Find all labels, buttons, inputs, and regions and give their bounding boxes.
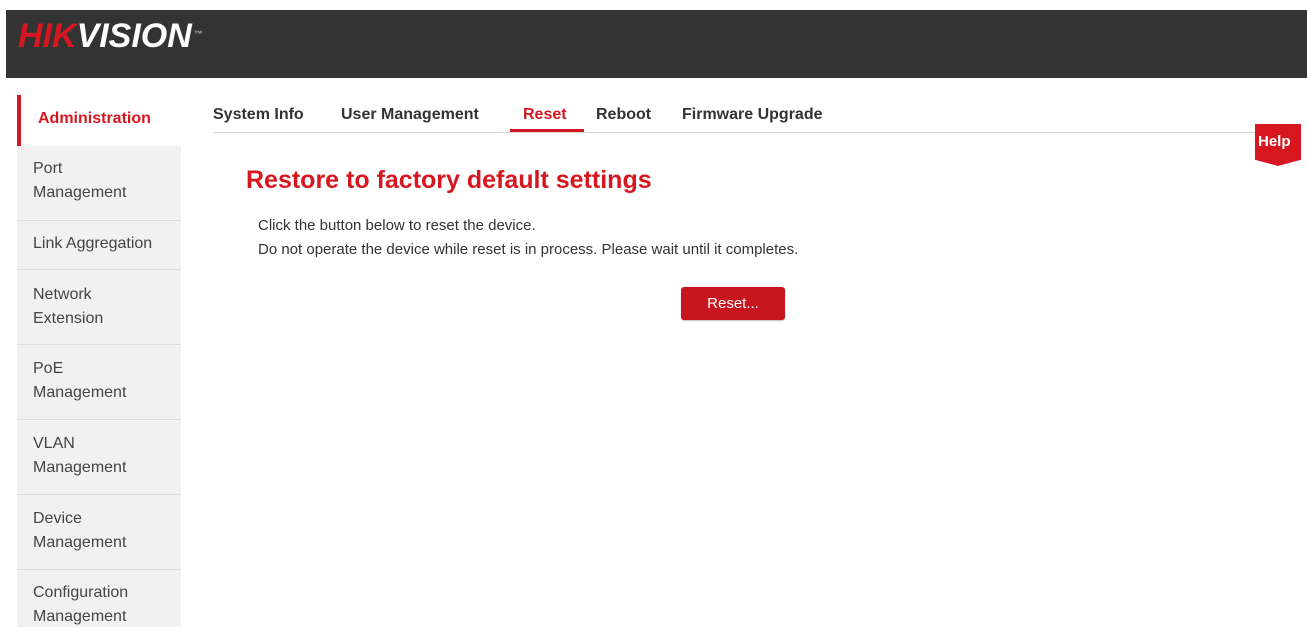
tab-firmware-upgrade[interactable]: Firmware Upgrade (682, 104, 822, 126)
sidebar-item-label: Port (33, 160, 63, 177)
sidebar-item-vlan-management[interactable]: VLAN Management (17, 420, 181, 495)
sidebar-item-configuration-management[interactable]: Configuration Management (17, 570, 181, 627)
tab-system-info[interactable]: System Info (213, 104, 304, 126)
active-tab-indicator (510, 129, 584, 132)
sidebar-item-label: Management (33, 459, 127, 476)
sidebar-item-label: Management (33, 384, 127, 401)
sidebar-item-poe-management[interactable]: PoE Management (17, 345, 181, 420)
sidebar-item-administration[interactable]: Administration (17, 95, 181, 146)
sidebar-item-label: Administration (38, 110, 151, 127)
reset-warning-text: Do not operate the device while reset is… (258, 241, 799, 258)
sidebar-item-label: Management (33, 608, 127, 625)
sidebar-item-label: Extension (33, 310, 104, 327)
help-label: Help (1258, 133, 1291, 150)
sidebar-item-label: Management (33, 534, 127, 551)
sidebar-item-label: VLAN (33, 435, 75, 452)
sidebar-item-link-aggregation[interactable]: Link Aggregation (17, 221, 181, 270)
reset-button[interactable]: Reset... (681, 287, 785, 320)
top-header-bar: HIKVISION ™ (6, 10, 1307, 78)
sidebar-nav: Administration Port Management Link Aggr… (17, 95, 181, 627)
sidebar-item-label: Device (33, 510, 82, 527)
reset-instruction-text: Click the button below to reset the devi… (258, 217, 536, 234)
sidebar-item-label: Link Aggregation (33, 235, 153, 252)
sidebar-item-label: Management (33, 184, 127, 201)
tab-bar: System Info User Management Reset Reboot… (213, 100, 1300, 133)
sidebar-item-label: PoE (33, 360, 64, 377)
sidebar-item-device-management[interactable]: Device Management (17, 495, 181, 570)
sidebar-item-label: Network (33, 286, 92, 303)
help-button[interactable]: Help (1255, 124, 1301, 166)
page-title: Restore to factory default settings (246, 166, 652, 194)
hikvision-logo: HIKVISION ™ (18, 17, 203, 55)
tab-reboot[interactable]: Reboot (596, 104, 651, 126)
tab-reset[interactable]: Reset (523, 104, 567, 126)
sidebar-item-network-extension[interactable]: Network Extension (17, 270, 181, 345)
sidebar-item-label: Configuration (33, 584, 129, 601)
tab-user-management[interactable]: User Management (341, 104, 479, 126)
sidebar-item-port-management[interactable]: Port Management (17, 146, 181, 221)
